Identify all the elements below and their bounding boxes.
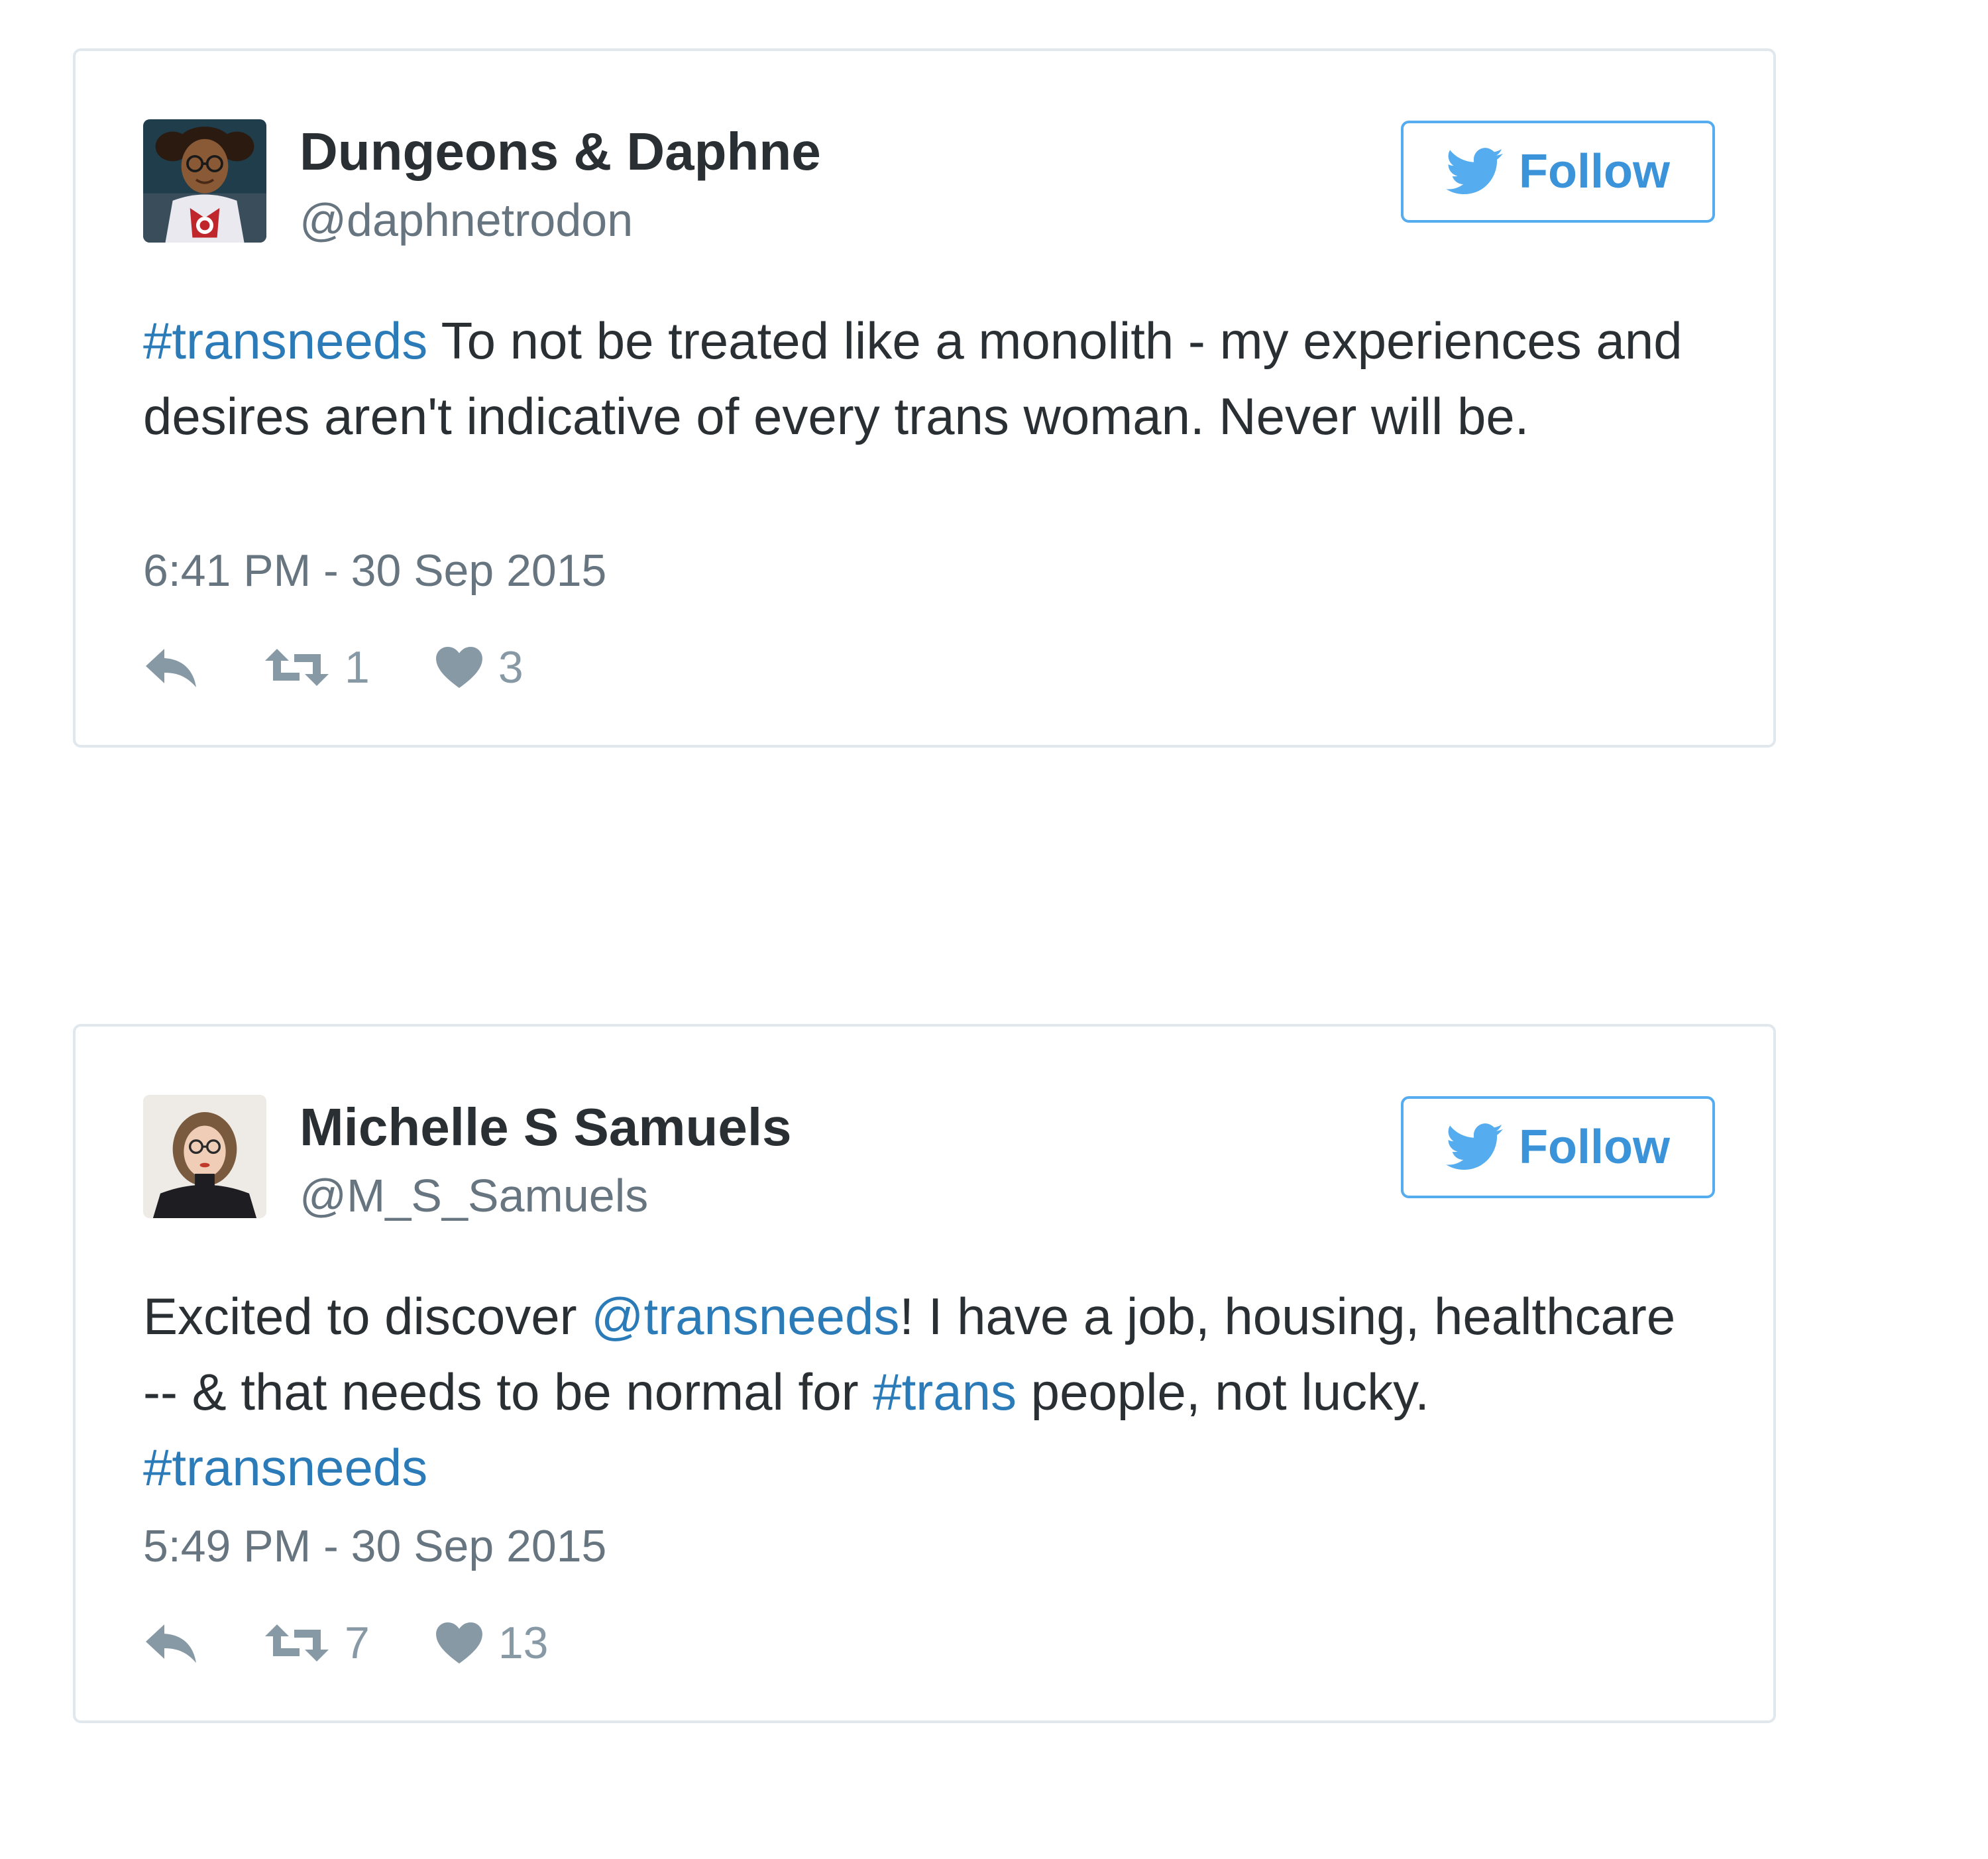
tweet-text: #transneeds To not be treated like a mon…: [143, 303, 1687, 454]
tweet-card: Michelle S Samuels @M_S_Samuels Follow E…: [73, 1024, 1776, 1723]
tweet-text: Excited to discover @transneeds! I have …: [143, 1278, 1687, 1505]
text-segment: people, not lucky.: [1017, 1363, 1429, 1421]
display-name[interactable]: Michelle S Samuels: [300, 1097, 792, 1158]
reply-icon: [146, 1624, 196, 1663]
twitter-bird-icon: [1446, 1123, 1504, 1170]
retweet-button[interactable]: 7: [264, 1617, 370, 1669]
follow-label: Follow: [1519, 145, 1670, 198]
follow-button[interactable]: Follow: [1401, 121, 1715, 223]
retweet-button[interactable]: 1: [264, 642, 370, 693]
hashtag-link[interactable]: #trans: [873, 1363, 1017, 1421]
reply-icon: [146, 649, 196, 687]
heart-icon: [435, 646, 482, 689]
follow-button[interactable]: Follow: [1401, 1096, 1715, 1198]
like-count: 3: [498, 642, 524, 693]
mention-link[interactable]: @transneeds: [591, 1287, 899, 1345]
tweet-actions: 7 13: [143, 1613, 548, 1673]
hashtag-link[interactable]: #transneeds: [143, 1438, 427, 1496]
heart-icon: [435, 1622, 482, 1664]
cartoon-avatar-icon: [143, 119, 266, 243]
reply-button[interactable]: [143, 1622, 199, 1664]
follow-label: Follow: [1519, 1121, 1670, 1174]
retweet-count: 7: [345, 1618, 370, 1668]
retweet-icon: [265, 1624, 329, 1662]
twitter-bird-icon: [1446, 148, 1504, 195]
retweet-icon: [265, 649, 329, 686]
avatar[interactable]: [143, 119, 266, 243]
timestamp[interactable]: 6:41 PM - 30 Sep 2015: [143, 545, 606, 596]
user-handle[interactable]: @M_S_Samuels: [300, 1169, 648, 1222]
display-name[interactable]: Dungeons & Daphne: [300, 121, 821, 182]
avatar[interactable]: [143, 1095, 266, 1218]
user-handle[interactable]: @daphnetrodon: [300, 194, 633, 247]
tweet-card: Dungeons & Daphne @daphnetrodon Follow #…: [73, 48, 1776, 748]
like-button[interactable]: 13: [435, 1617, 549, 1669]
text-segment: Excited to discover: [143, 1287, 592, 1345]
like-button[interactable]: 3: [435, 642, 524, 693]
tweet-actions: 1 3: [143, 638, 524, 697]
timestamp[interactable]: 5:49 PM - 30 Sep 2015: [143, 1520, 606, 1572]
hashtag-link[interactable]: #transneeds: [143, 311, 427, 370]
photo-avatar-icon: [143, 1095, 266, 1218]
like-count: 13: [498, 1618, 549, 1668]
reply-button[interactable]: [143, 646, 199, 689]
retweet-count: 1: [345, 642, 370, 693]
